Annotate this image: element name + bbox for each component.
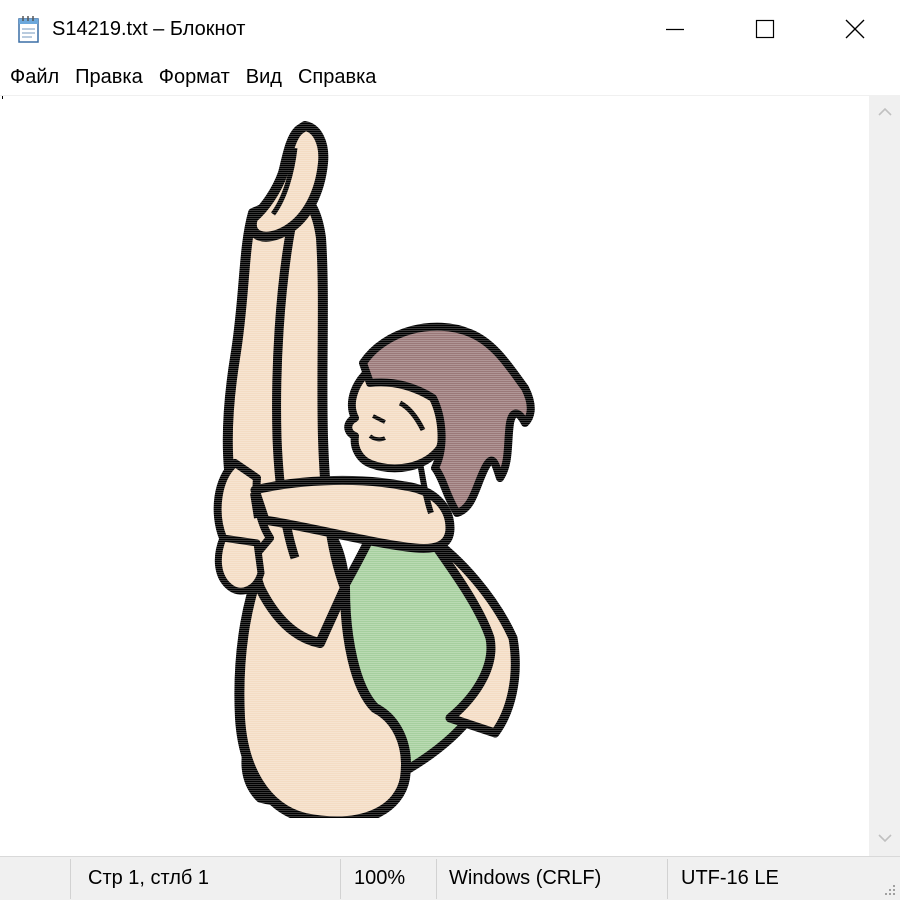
maximize-button[interactable]: [720, 0, 810, 58]
vertical-scrollbar[interactable]: [869, 96, 900, 856]
status-bar: Стр 1, стлб 1 100% Windows (CRLF) UTF-16…: [0, 856, 900, 900]
menu-bar: Файл Правка Формат Вид Справка: [0, 58, 900, 96]
close-button[interactable]: [810, 0, 900, 58]
status-divider: [340, 859, 341, 899]
maximize-icon: [755, 19, 775, 39]
text-caret: [2, 96, 3, 99]
menu-help[interactable]: Справка: [290, 62, 384, 92]
menu-edit[interactable]: Правка: [67, 62, 151, 92]
resize-grip-icon[interactable]: [882, 882, 896, 896]
status-cursor-position: Стр 1, стлб 1: [88, 867, 210, 889]
chevron-up-icon: [877, 104, 892, 122]
status-divider: [70, 859, 71, 899]
title-bar[interactable]: S14219.txt – Блокнот: [0, 0, 900, 58]
window-title: S14219.txt – Блокнот: [52, 18, 246, 40]
status-line-endings: Windows (CRLF): [449, 867, 602, 889]
menu-view[interactable]: Вид: [238, 62, 290, 92]
scroll-down-button[interactable]: [869, 822, 900, 856]
notepad-icon: [16, 14, 42, 44]
minimize-icon: [665, 19, 685, 39]
status-divider: [667, 859, 668, 899]
chevron-down-icon: [877, 830, 892, 848]
menu-format[interactable]: Формат: [151, 62, 238, 92]
diver-pike-position-illustration: [195, 118, 535, 818]
close-icon: [845, 19, 865, 39]
status-zoom: 100%: [354, 867, 406, 889]
menu-file[interactable]: Файл: [2, 62, 67, 92]
status-encoding: UTF-16 LE: [681, 867, 779, 889]
status-divider: [436, 859, 437, 899]
scroll-up-button[interactable]: [869, 96, 900, 130]
text-editor-area[interactable]: [0, 96, 869, 856]
minimize-button[interactable]: [630, 0, 720, 58]
